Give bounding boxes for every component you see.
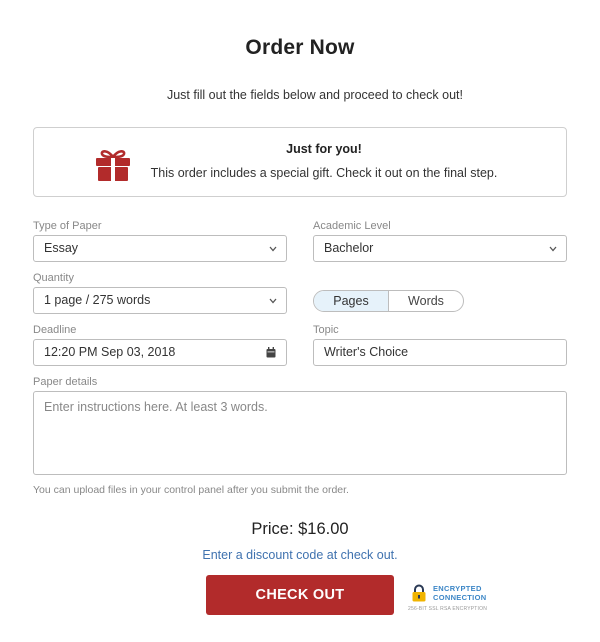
- encryption-note: 256-BIT SSL RSA ENCRYPTION: [408, 606, 488, 612]
- discount-code-link[interactable]: Enter a discount code at check out.: [0, 548, 600, 562]
- calendar-icon[interactable]: [266, 347, 276, 358]
- price-display: Price: $16.00: [251, 520, 349, 538]
- academic-level-value: Bachelor: [324, 241, 374, 255]
- topic-value: Writer's Choice: [324, 345, 409, 359]
- chevron-down-icon: [549, 246, 557, 252]
- gift-heading: Just for you!: [286, 142, 362, 156]
- chevron-down-icon: [269, 298, 277, 304]
- type-of-paper-value: Essay: [44, 241, 79, 255]
- paper-details-textarea[interactable]: Enter instructions here. At least 3 word…: [33, 391, 567, 475]
- type-of-paper-select[interactable]: Essay: [33, 235, 287, 262]
- quantity-value: 1 page / 275 words: [44, 293, 151, 307]
- paper-details-placeholder: Enter instructions here. At least 3 word…: [44, 400, 268, 414]
- page-title: Order Now: [245, 36, 355, 59]
- type-of-paper-label: Type of Paper: [33, 220, 102, 232]
- toggle-pages[interactable]: Pages: [314, 291, 389, 311]
- toggle-words[interactable]: Words: [389, 291, 463, 311]
- quantity-label: Quantity: [33, 272, 74, 284]
- topic-input[interactable]: Writer's Choice: [313, 339, 567, 366]
- topic-label: Topic: [313, 324, 339, 336]
- deadline-value: 12:20 PM Sep 03, 2018: [44, 345, 176, 359]
- academic-level-select[interactable]: Bachelor: [313, 235, 567, 262]
- academic-level-label: Academic Level: [313, 220, 391, 232]
- quantity-select[interactable]: 1 page / 275 words: [33, 287, 287, 314]
- connection-label: CONNECTION: [433, 593, 487, 602]
- encrypted-label: ENCRYPTED: [433, 584, 482, 593]
- lock-icon: [412, 584, 426, 602]
- checkout-button[interactable]: CHECK OUT: [206, 575, 394, 615]
- paper-details-label: Paper details: [33, 376, 98, 388]
- chevron-down-icon: [269, 246, 277, 252]
- upload-note: You can upload files in your control pan…: [33, 484, 349, 496]
- deadline-input[interactable]: 12:20 PM Sep 03, 2018: [33, 339, 287, 366]
- page-subtitle: Just fill out the fields below and proce…: [166, 88, 463, 102]
- gift-banner: Just for you! This order includes a spec…: [33, 127, 567, 197]
- gift-text: This order includes a special gift. Chec…: [150, 166, 498, 180]
- pages-words-toggle[interactable]: Pages Words: [313, 290, 464, 312]
- deadline-label: Deadline: [33, 324, 77, 336]
